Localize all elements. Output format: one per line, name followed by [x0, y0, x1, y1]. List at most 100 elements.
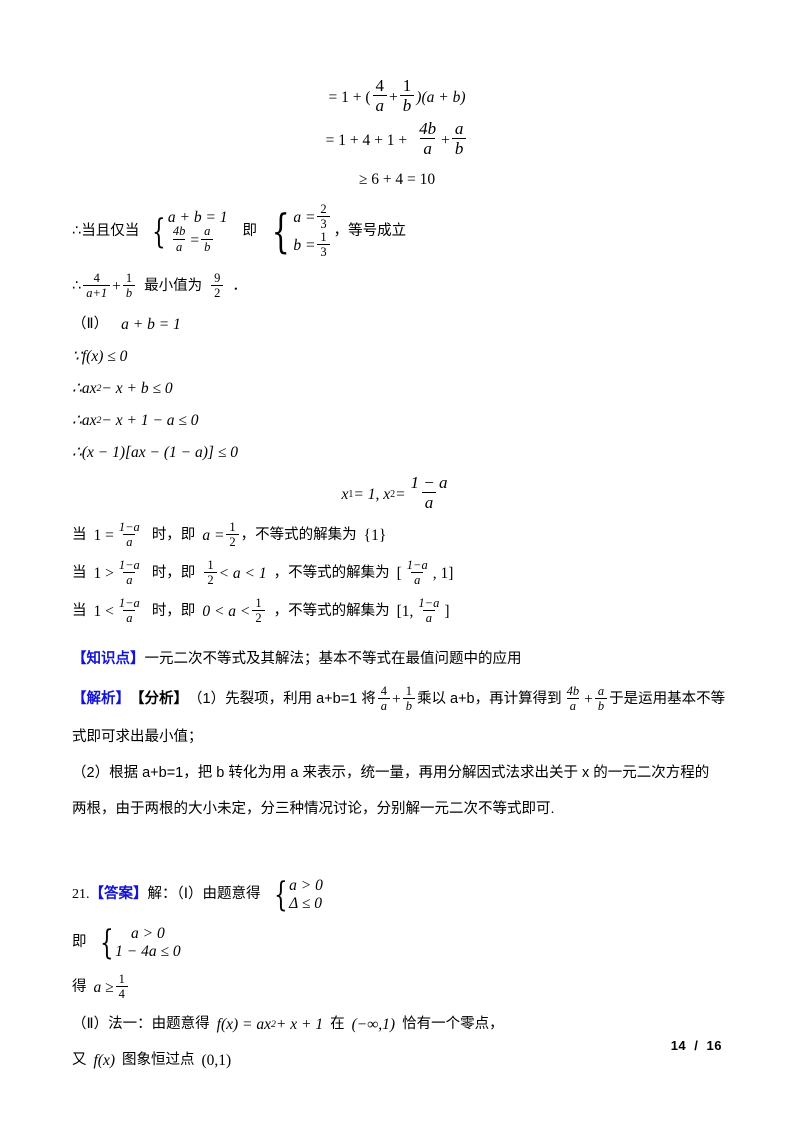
- analysis-segment-1: （1）先裂项，利用 a+b=1 将: [188, 691, 376, 708]
- page-footer: 14 / 16: [671, 1038, 722, 1053]
- question-21-answer-line: 21. 【答案】 解：（Ⅰ）由题意得 { a > 0 Δ ≤ 0: [72, 874, 722, 916]
- case1-lhs: 1 =: [93, 526, 114, 544]
- case3-dang: 当: [72, 603, 87, 620]
- min-value-frac-1-over-b: 1 b: [122, 271, 136, 300]
- knowledge-point-text: 一元二次不等式及其解法；基本不等式在最值问题中的应用: [144, 651, 522, 668]
- case3-set-tail: ]: [444, 602, 450, 620]
- part2-step-3: ∴ax 2 − x + 1 − a ≤ 0: [72, 408, 722, 434]
- analysis-frac-4-over-a: 4 a: [377, 684, 390, 713]
- question-21-system-2: { a > 0 1 − 4a ≤ 0: [96, 925, 181, 961]
- knowledge-point-line: 【知识点】 一元二次不等式及其解法；基本不等式在最值问题中的应用: [72, 648, 722, 672]
- left-brace-icon: {: [152, 211, 166, 252]
- equality-cond-equals: =: [190, 232, 200, 249]
- q21-part2-zai: 在: [330, 1016, 345, 1033]
- case2-set-tail: , 1]: [432, 564, 454, 582]
- part2-label: （Ⅱ）: [72, 316, 109, 333]
- min-value-frac-4-over-a-plus-1: 4 a+1: [83, 271, 111, 300]
- q21-part2-line2-middle: 图象恒过点: [122, 1052, 195, 1069]
- question-21-result-line: 得 a ≥ 1 4: [72, 972, 722, 1004]
- analysis-line-2: 式即可求出最小值；: [72, 726, 722, 750]
- case-row-3: 当 1 < 1−a a 时，即 0 < a < 1 2 ， 不等式的解集为 [1…: [72, 596, 722, 628]
- question-21-solve-label: 解：（Ⅰ）由题意得: [147, 886, 261, 903]
- part2-step2-prefix: ∴ax: [72, 379, 97, 397]
- question-21-ji-line: 即 { a > 0 1 − 4a ≤ 0: [72, 922, 722, 964]
- document-page: = 1 + ( 4 a + 1 b )(a + b) = 1 + 4 + 1 +…: [0, 0, 794, 1123]
- derivation-line2-frac-a-over-b: a b: [451, 120, 467, 157]
- min-value-result: 9 2: [211, 271, 224, 300]
- q21-part2-line2-prefix: 又: [72, 1052, 87, 1069]
- case3-comma: ，: [273, 603, 289, 620]
- case3-cond-pre: 0 < a <: [202, 602, 251, 620]
- case2-dang: 当: [72, 565, 87, 582]
- q21-part2-function-tail: + x + 1: [275, 1015, 324, 1033]
- derivation-line1-frac-4-over-a: 4 a: [372, 77, 388, 114]
- equality-ji-label: 即: [242, 223, 258, 240]
- min-value-label: 最小值为: [144, 278, 203, 295]
- analysis-line3-text: （2）根据 a+b=1，把 b 转化为用 a 来表示，统一量，再用分解因式法求出…: [72, 765, 710, 782]
- analysis-line2-text: 式即可求出最小值；: [72, 729, 203, 746]
- derivation-line2-plus: +: [441, 131, 450, 149]
- case2-cond-lower: 1 2: [204, 558, 217, 587]
- part2-step-2: ∴ax 2 − x + b ≤ 0: [72, 376, 722, 402]
- roots-x1-symbol: x: [341, 485, 349, 503]
- analysis-segment-3: 于是运用基本不等: [609, 691, 726, 708]
- footer-current-page: 14: [670, 1038, 687, 1053]
- analysis-frac-4b-over-a: 4b a: [566, 683, 580, 713]
- analysis-line4-text: 两根，由于两根的大小未定，分三种情况讨论，分别解一元二次不等式即可.: [72, 801, 555, 818]
- question-21-part2-line-1: （Ⅱ）法一：由题意得 f(x) = ax 2 + x + 1 在 (−∞,1) 恰…: [72, 1012, 722, 1038]
- case1-comma: ，: [240, 527, 256, 544]
- roots-middle: = 1, x: [353, 485, 391, 503]
- case2-set-open: [: [396, 564, 402, 582]
- case3-cond-value: 1 2: [252, 596, 265, 625]
- q21-result-value: 1 4: [115, 972, 128, 1001]
- part2-step-4: ∴(x − 1)[ax − (1 − a)] ≤ 0: [72, 440, 722, 466]
- derivation-line3-text: ≥ 6 + 4 = 10: [358, 170, 436, 188]
- derivation-line1-tail: )(a + b): [416, 88, 466, 106]
- analysis-frac-1-over-b: 1 b: [402, 684, 415, 713]
- case1-shi: 时，即: [151, 527, 196, 544]
- equality-therefore-prefix: ∴当且仅当: [72, 223, 140, 240]
- q21-part2-prefix: （Ⅱ）法一：由题意得: [72, 1016, 210, 1033]
- case1-cond-value: 1 2: [226, 520, 239, 549]
- case2-label: 不等式的解集为: [288, 565, 390, 582]
- case3-label: 不等式的解集为: [288, 603, 390, 620]
- question-21-number: 21.: [72, 886, 90, 902]
- derivation-line-1: = 1 + ( 4 a + 1 b )(a + b): [72, 77, 722, 116]
- case2-cond-tail: < a < 1: [218, 564, 267, 582]
- q21-part2-line2-function: f(x): [93, 1051, 116, 1069]
- case1-cond-var: a =: [202, 526, 225, 544]
- question-21-system-1: { a > 0 Δ ≤ 0: [270, 877, 323, 913]
- equality-cond-frac-4b-over-a: 4b a: [172, 224, 186, 254]
- analysis-subtag: 【分析】: [130, 691, 188, 708]
- q21-part2-function: f(x) = ax: [216, 1015, 271, 1033]
- equality-result-a-label: a =: [293, 208, 316, 226]
- equality-system-results: { a = 2 3 b = 1 3: [266, 202, 332, 260]
- q21-de-label: 得: [72, 979, 87, 996]
- case-row-1: 当 1 = 1−a a 时，即 a = 1 2 ， 不等式的解集为 {1}: [72, 520, 722, 552]
- case2-lhs: 1 >: [93, 564, 114, 582]
- equality-cond-frac-a-over-b: a b: [201, 225, 214, 253]
- q21-sys1-row2: Δ ≤ 0: [289, 895, 322, 912]
- equality-result-b-label: b =: [293, 236, 316, 254]
- roots-equals: =: [395, 485, 406, 503]
- analysis-frac-a-over-b: a b: [594, 684, 608, 713]
- equality-result-a-value: 2 3: [317, 202, 330, 231]
- part2-step-1: ∵f(x) ≤ 0: [72, 344, 722, 370]
- equality-condition-line: ∴当且仅当 { a + b = 1 4b a = a b 即 {a = 2 3…: [72, 202, 722, 260]
- derivation-line1-plus: +: [389, 88, 398, 106]
- q21-sys2-row2: 1 − 4a ≤ 0: [115, 943, 181, 960]
- analysis-segment-2: 乘以 a+b，再计算得到: [417, 691, 562, 708]
- derivation-line-3: ≥ 6 + 4 = 10: [72, 170, 722, 190]
- footer-separator: /: [694, 1038, 699, 1053]
- derivation-line2-frac-4b-over-a: 4b a: [419, 119, 437, 159]
- case1-solution-set: {1}: [363, 526, 387, 544]
- case3-frac: 1−a a: [118, 595, 140, 625]
- case-row-2: 当 1 > 1−a a 时，即 1 2 < a < 1 ， 不等式的解集为 [ …: [72, 558, 722, 590]
- case3-lhs: 1 <: [93, 602, 114, 620]
- analysis-plus-1: +: [392, 690, 401, 708]
- left-brace-icon: {: [99, 922, 114, 963]
- document-body: = 1 + ( 4 a + 1 b )(a + b) = 1 + 4 + 1 +…: [72, 62, 726, 1074]
- part2-step3-prefix: ∴ax: [72, 411, 97, 429]
- knowledge-point-tag: 【知识点】: [72, 651, 145, 668]
- equality-system-conditions: { a + b = 1 4b a = a b: [148, 209, 227, 255]
